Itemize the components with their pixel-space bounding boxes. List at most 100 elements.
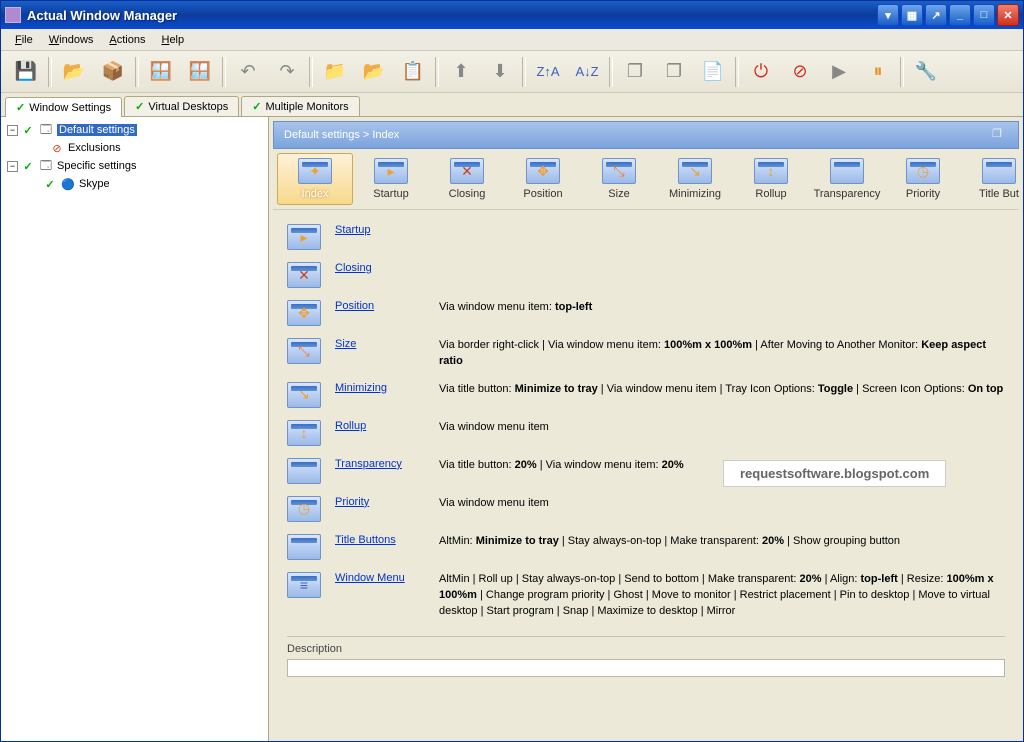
breadcrumb: Default settings > Index ❐ — [273, 121, 1019, 149]
maximize-button[interactable]: □ — [973, 4, 995, 26]
nav-transparency[interactable]: Transparency — [809, 153, 885, 205]
minimize-button[interactable]: _ — [949, 4, 971, 26]
check-icon: ✓ — [252, 100, 261, 113]
play-icon: ▶ — [826, 59, 852, 85]
tab-multiple-monitors[interactable]: ✓Multiple Monitors — [241, 96, 359, 116]
delete-folder-button[interactable]: 📂 — [355, 54, 393, 90]
sort-asc-button[interactable]: Z↑A — [529, 54, 567, 90]
power-button[interactable]: ⏻ — [742, 54, 780, 90]
link-closing[interactable]: Closing — [335, 262, 372, 274]
nav-title-buttons[interactable]: Title But — [961, 153, 1019, 205]
redo-button[interactable]: ↷ — [268, 54, 306, 90]
copy-icon: 📋 — [400, 59, 426, 85]
link-minimizing[interactable]: Minimizing — [335, 382, 387, 394]
collapse-icon[interactable]: − — [7, 161, 18, 172]
startup-icon: ▸ — [287, 224, 321, 250]
separator — [222, 57, 226, 87]
copy-icon[interactable]: ❐ — [992, 127, 1008, 143]
tree-exclusions[interactable]: ⊘ Exclusions — [5, 139, 264, 157]
nav-priority[interactable]: ◷Priority — [885, 153, 961, 205]
nav-index[interactable]: ✦Index — [277, 153, 353, 205]
window-title: Actual Window Manager — [27, 8, 877, 23]
title-bar: Actual Window Manager ▾ ▦ ↗ _ □ ✕ — [1, 1, 1023, 29]
tree-specific-settings[interactable]: − ✓ 🗔 Specific settings — [5, 157, 264, 175]
collapse-icon[interactable]: − — [7, 125, 18, 136]
tab-bar: ✓Window Settings ✓Virtual Desktops ✓Mult… — [1, 93, 1023, 117]
pause-button[interactable]: ⏸ — [859, 54, 897, 90]
extra-button-2[interactable]: ▦ — [901, 4, 923, 26]
nav-closing[interactable]: ✕Closing — [429, 153, 505, 205]
stop-button[interactable]: ⊘ — [781, 54, 819, 90]
sort-desc-button[interactable]: A↓Z — [568, 54, 606, 90]
desc-minimizing: Via title button: Minimize to tray | Via… — [439, 382, 1005, 398]
extra-button-1[interactable]: ▾ — [877, 4, 899, 26]
down-arrow-icon: ⬇ — [487, 59, 513, 85]
link-title-buttons[interactable]: Title Buttons — [335, 534, 396, 546]
copy-button[interactable]: 📋 — [394, 54, 432, 90]
content-scroll[interactable]: requestsoftware.blogspot.com ▸ Startup ✕… — [273, 210, 1019, 741]
nav-position[interactable]: ✥Position — [505, 153, 581, 205]
nav-minimizing[interactable]: ↘Minimizing — [657, 153, 733, 205]
link-startup[interactable]: Startup — [335, 224, 370, 236]
box-button[interactable]: 📦 — [94, 54, 132, 90]
up-button[interactable]: ⬆ — [442, 54, 480, 90]
close-button[interactable]: ✕ — [997, 4, 1019, 26]
tree-label: Specific settings — [57, 160, 136, 172]
window-gear-icon: 🪟 — [148, 59, 174, 85]
description-label: Description — [287, 643, 1005, 655]
app-icon — [5, 7, 21, 23]
windows-button-2[interactable]: ❐ — [655, 54, 693, 90]
nav-size[interactable]: ⤡Size — [581, 153, 657, 205]
tools-button[interactable]: 🔧 — [907, 54, 945, 90]
link-priority[interactable]: Priority — [335, 496, 369, 508]
save-icon: 💾 — [13, 59, 39, 85]
link-position[interactable]: Position — [335, 300, 374, 312]
menu-file[interactable]: File — [9, 32, 39, 48]
breadcrumb-text: Default settings > Index — [284, 129, 399, 141]
pause-icon: ⏸ — [865, 59, 891, 85]
tree-label: Exclusions — [68, 142, 121, 154]
tree-skype[interactable]: ✓ 🔵 Skype — [5, 175, 264, 193]
windows-button-1[interactable]: ❐ — [616, 54, 654, 90]
pages-button[interactable]: 📄 — [694, 54, 732, 90]
tab-window-settings[interactable]: ✓Window Settings — [5, 97, 122, 117]
closing-icon: ✕ — [287, 262, 321, 288]
watermark: requestsoftware.blogspot.com — [723, 460, 946, 487]
menu-windows[interactable]: Windows — [43, 32, 100, 48]
window-gear-button-2[interactable]: 🪟 — [181, 54, 219, 90]
check-icon: ✓ — [135, 100, 144, 113]
folder-icon: 🗔 — [38, 158, 54, 174]
menu-actions[interactable]: Actions — [103, 32, 151, 48]
position-icon: ✥ — [287, 300, 321, 326]
undo-button[interactable]: ↶ — [229, 54, 267, 90]
priority-icon: ◷ — [287, 496, 321, 522]
desc-title-buttons: AltMin: Minimize to tray | Stay always-o… — [439, 534, 1005, 550]
check-icon: ✓ — [16, 101, 25, 114]
sort-desc-icon: A↓Z — [574, 59, 600, 85]
tab-virtual-desktops[interactable]: ✓Virtual Desktops — [124, 96, 239, 116]
tree-default-settings[interactable]: − ✓ 🗔 Default settings — [5, 121, 264, 139]
open-folder-button[interactable]: 📂 — [55, 54, 93, 90]
description-input[interactable] — [287, 659, 1005, 677]
extra-button-3[interactable]: ↗ — [925, 4, 947, 26]
down-button[interactable]: ⬇ — [481, 54, 519, 90]
link-transparency[interactable]: Transparency — [335, 458, 402, 470]
menu-help[interactable]: Help — [155, 32, 190, 48]
new-folder-button[interactable]: 📁 — [316, 54, 354, 90]
link-window-menu[interactable]: Window Menu — [335, 572, 405, 584]
windows-icon: ❐ — [622, 59, 648, 85]
window-gear-button-1[interactable]: 🪟 — [142, 54, 180, 90]
save-button[interactable]: 💾 — [7, 54, 45, 90]
nav-rollup[interactable]: ↕Rollup — [733, 153, 809, 205]
window-gear-icon: 🪟 — [187, 59, 213, 85]
play-button[interactable]: ▶ — [820, 54, 858, 90]
folder-icon: 🗔 — [38, 122, 54, 138]
check-icon: ✓ — [21, 124, 35, 137]
undo-icon: ↶ — [235, 59, 261, 85]
window-menu-icon: ≡ — [287, 572, 321, 598]
redo-icon: ↷ — [274, 59, 300, 85]
link-size[interactable]: Size — [335, 338, 356, 350]
tree-sidebar: − ✓ 🗔 Default settings ⊘ Exclusions − ✓ … — [1, 117, 269, 741]
nav-startup[interactable]: ▸Startup — [353, 153, 429, 205]
link-rollup[interactable]: Rollup — [335, 420, 366, 432]
